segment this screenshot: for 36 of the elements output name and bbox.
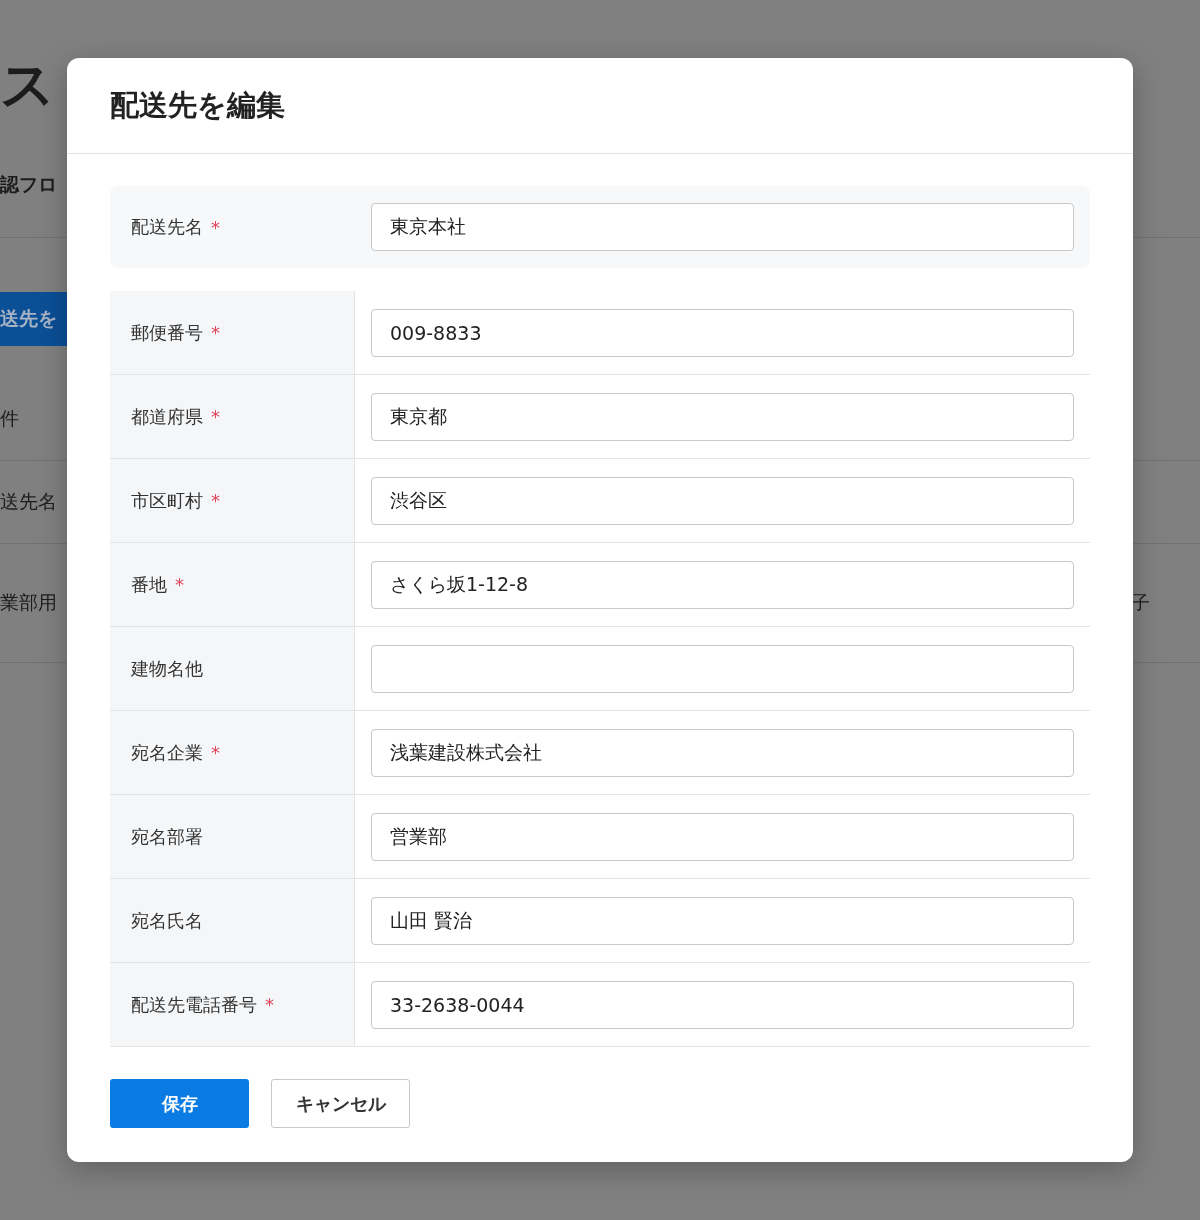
save-button[interactable]: 保存 — [110, 1079, 249, 1128]
required-mark: * — [211, 322, 220, 343]
field-label: 都道府県 — [131, 404, 203, 429]
field-label: 番地 — [131, 572, 167, 597]
field-label: 宛名氏名 — [131, 908, 203, 933]
input-field[interactable]: 東京都 — [371, 392, 1074, 441]
table-cell-text: 業部用 — [0, 590, 57, 615]
page-heading: ス — [0, 53, 55, 116]
dialog-title: 配送先を編集 — [110, 86, 285, 124]
required-mark: * — [211, 742, 220, 763]
section-title: 認フロ — [0, 173, 57, 195]
required-mark: * — [211, 490, 220, 511]
input-field[interactable]: さくら坂1-12-8 — [371, 560, 1074, 609]
input-field[interactable]: 東京本社 — [371, 203, 1074, 251]
field-label: 市区町村 — [131, 488, 203, 513]
cancel-button[interactable]: キャンセル — [271, 1079, 410, 1128]
table-cell-text: 件 — [0, 406, 19, 431]
required-mark: * — [175, 574, 184, 595]
required-mark: * — [211, 216, 220, 238]
input-field[interactable]: 渋谷区 — [371, 476, 1074, 525]
field-label: 郵便番号 — [131, 320, 203, 345]
table-cell-text: 子 — [1131, 590, 1150, 615]
required-mark: * — [265, 994, 274, 1015]
input-field[interactable]: 山田 賢治 — [371, 896, 1074, 945]
field-label: 配送先電話番号 — [131, 992, 257, 1017]
input-field[interactable]: 009-8833 — [371, 308, 1074, 357]
input-field[interactable]: 営業部 — [371, 812, 1074, 861]
field-label: 建物名他 — [131, 656, 203, 681]
field-label: 宛名企業 — [131, 740, 203, 765]
input-field[interactable] — [371, 644, 1074, 693]
input-field[interactable]: 浅葉建設株式会社 — [371, 728, 1074, 777]
table-cell-text: 送先名 — [0, 489, 57, 514]
required-mark: * — [211, 406, 220, 427]
input-field[interactable]: 33-2638-0044 — [371, 980, 1074, 1029]
field-label: 宛名部署 — [131, 824, 203, 849]
field-label: 配送先名 — [131, 215, 203, 239]
